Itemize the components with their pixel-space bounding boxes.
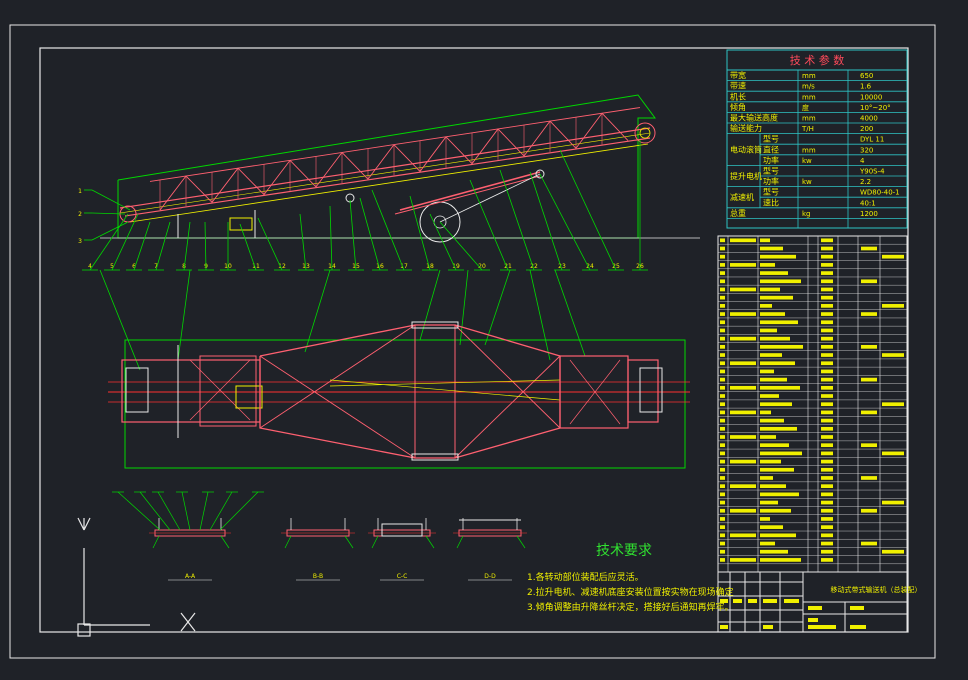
param-value: 10000 xyxy=(860,93,882,101)
param-unit: mm xyxy=(802,146,816,154)
param-name: 机长 xyxy=(730,91,746,101)
side-elevation-view xyxy=(100,94,700,243)
param-name: 型号 xyxy=(763,135,779,144)
param-value: 4 xyxy=(860,157,865,165)
param-name: 输送能力 xyxy=(730,123,762,133)
param-value: 200 xyxy=(860,125,873,133)
parts-list xyxy=(717,235,908,573)
param-name: 带速 xyxy=(730,82,746,91)
section-label: C-C xyxy=(397,573,408,580)
part-number: 3 xyxy=(78,238,82,245)
plan-view xyxy=(108,321,690,469)
part-number: 23 xyxy=(558,263,566,270)
param-name: 功率 xyxy=(763,155,779,165)
param-value: 1200 xyxy=(860,210,878,218)
param-unit: mm xyxy=(802,93,816,101)
param-value: WD80-40-1 xyxy=(860,189,900,197)
param-group-label: 提升电机 xyxy=(730,171,762,181)
param-value: 1.6 xyxy=(860,83,872,91)
param-group-label: 电动滚筒 xyxy=(730,145,762,155)
part-number: 22 xyxy=(530,263,538,270)
param-name: 倾角 xyxy=(730,102,746,112)
param-group-label: 减速机 xyxy=(730,192,754,202)
param-value: 40:1 xyxy=(860,199,876,207)
part-number: 4 xyxy=(88,263,92,270)
param-unit: kw xyxy=(802,178,812,186)
part-number: 11 xyxy=(252,263,260,270)
params-table: 技 术 参 数 带宽 mm 650 带速 m/s 1.6 机长 mm 10000 倾角 度 10°~2… xyxy=(726,49,908,229)
param-unit: 度 xyxy=(802,103,809,112)
param-unit: kw xyxy=(802,157,812,165)
param-name: 型号 xyxy=(763,188,779,197)
param-value: 10°~20° xyxy=(860,104,891,112)
param-value: 650 xyxy=(860,72,873,80)
params-title: 技 术 参 数 xyxy=(790,53,845,67)
param-unit: mm xyxy=(802,72,816,80)
part-number: 2 xyxy=(78,211,82,218)
part-number: 24 xyxy=(586,263,594,270)
technical-requirements: 技术要求 1.各转动部位装配后应灵活。 2.拉升电机、减速机底座安装位置按实物在… xyxy=(527,543,734,613)
param-unit: m/s xyxy=(802,83,815,91)
param-value: Y90S-4 xyxy=(859,168,885,176)
param-name: 功率 xyxy=(763,176,779,186)
section-views: A-A B-B C-C D-D xyxy=(112,491,527,581)
requirement-2: 2.拉升电机、减速机底座安装位置按实物在现场确定 xyxy=(527,586,734,598)
requirement-3: 3.倾角调整由升降丝杆决定，搭接好后通知再焊牢。 xyxy=(527,601,734,613)
param-value: 320 xyxy=(860,146,873,154)
param-name: 最大输送高度 xyxy=(730,113,778,123)
requirements-heading: 技术要求 xyxy=(596,543,652,559)
param-value: 2.2 xyxy=(860,178,871,186)
cad-drawing: 技 术 参 数 带宽 mm 650 带速 m/s 1.6 机长 mm 10000 倾角 度 10°~2… xyxy=(9,24,936,659)
section-label: D-D xyxy=(484,573,496,580)
part-number: 1 xyxy=(78,188,82,195)
requirement-1: 1.各转动部位装配后应灵活。 xyxy=(527,571,644,583)
param-name: 型号 xyxy=(763,167,779,176)
param-unit: mm xyxy=(802,115,816,123)
drawing-title: 移动式带式输送机（总装配） xyxy=(831,585,922,594)
section-label: A-A xyxy=(185,573,196,580)
param-unit: T/H xyxy=(801,125,814,133)
param-name: 速比 xyxy=(763,197,779,207)
section-label: B-B xyxy=(313,573,323,580)
param-value: DYL 11 xyxy=(860,136,884,144)
param-value: 4000 xyxy=(860,115,878,123)
title-block: 移动式带式输送机（总装配） xyxy=(717,571,922,633)
param-name: 带宽 xyxy=(730,70,746,80)
param-name: 直径 xyxy=(763,144,779,154)
param-name: 总重 xyxy=(730,208,746,218)
param-unit: kg xyxy=(802,210,811,218)
outer-frame xyxy=(9,24,936,659)
